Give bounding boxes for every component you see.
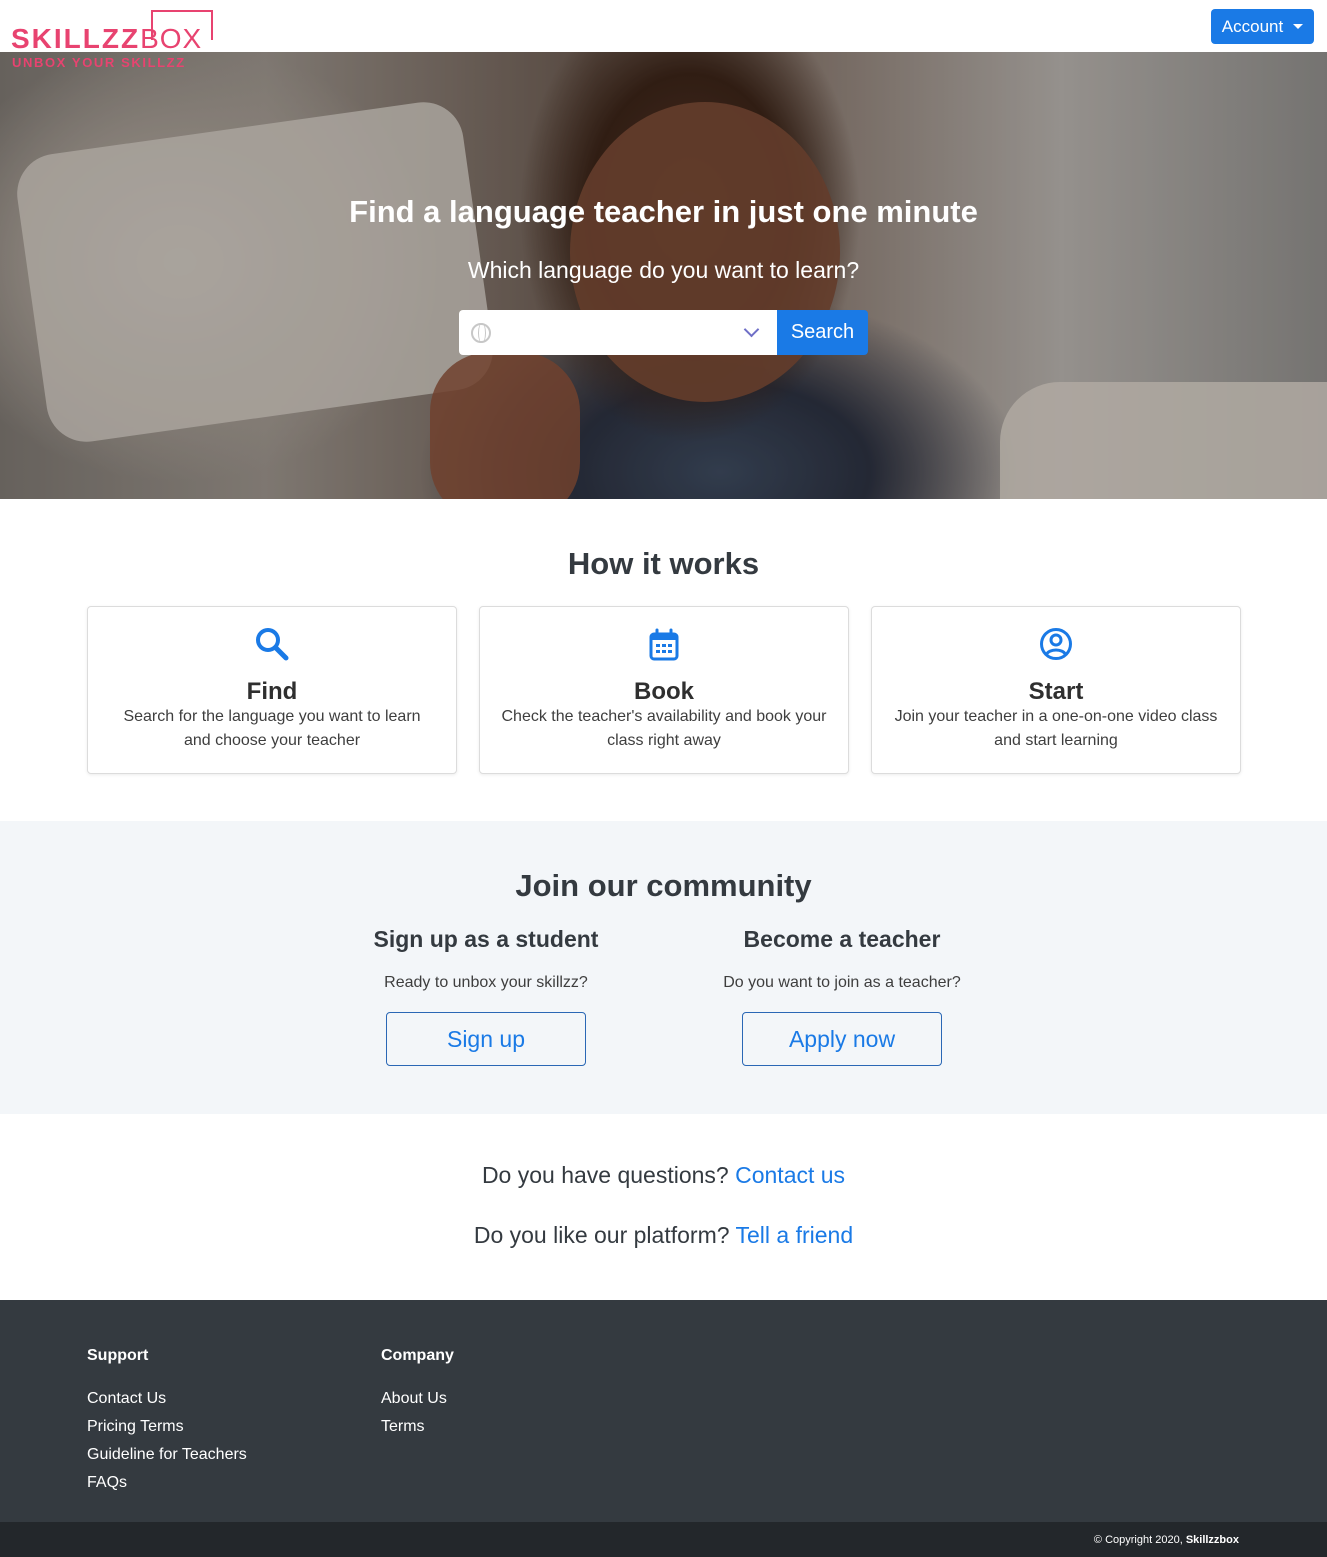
copyright-prefix: © Copyright 2020, (1093, 1534, 1183, 1546)
footer-link-terms[interactable]: Terms (381, 1418, 454, 1446)
logo-tagline: UNBOX YOUR SKILLZZ (12, 55, 186, 70)
card-title: Book (634, 678, 694, 705)
card-text: Search for the language you want to lear… (123, 708, 421, 749)
how-card-start: Start Join your teacher in a one-on-one … (871, 606, 1241, 774)
copyright-brand: Skillzzbox (1185, 1534, 1239, 1546)
questions-line: Do you have questions? Contact us (0, 1162, 1327, 1189)
card-text: Check the teacher's availability and boo… (501, 708, 827, 749)
student-column: Sign up as a student Ready to unbox your… (326, 926, 646, 992)
questions-text: Do you have questions? (481, 1162, 729, 1188)
footer-company-title: Company (381, 1347, 454, 1364)
contact-us-link[interactable]: Contact us (735, 1162, 845, 1188)
student-question: Ready to unbox your skillzz? (384, 974, 588, 991)
hero-banner: Find a language teacher in just one minu… (0, 52, 1327, 499)
logo-word-box: BOX (140, 23, 203, 54)
language-select[interactable] (459, 310, 777, 355)
user-circle-icon (1040, 628, 1072, 660)
platform-question-text: Do you like our platform? (473, 1222, 730, 1248)
card-text: Join your teacher in a one-on-one video … (894, 708, 1218, 749)
how-card-book: Book Check the teacher's availability an… (479, 606, 849, 774)
account-label: Account (1221, 16, 1284, 36)
sign-up-button[interactable]: Sign up (386, 1012, 586, 1066)
card-title: Start (1028, 678, 1084, 705)
footer-link-guideline-teachers[interactable]: Guideline for Teachers (87, 1446, 247, 1474)
footer-link-pricing-terms[interactable]: Pricing Terms (87, 1418, 247, 1446)
how-it-works-title: How it works (567, 546, 760, 581)
search-button[interactable]: Search (777, 310, 868, 355)
footer-company-column: Company About Us Terms (381, 1347, 454, 1446)
student-heading: Sign up as a student (373, 926, 599, 952)
globe-icon (471, 322, 491, 343)
community-section: Join our community Sign up as a student … (0, 821, 1327, 1114)
teacher-column: Become a teacher Do you want to join as … (682, 926, 1002, 992)
card-title: Find (246, 678, 298, 705)
copyright-bar: © Copyright 2020, Skillzzbox (0, 1522, 1327, 1557)
tell-a-friend-line: Do you like our platform? Tell a friend (0, 1222, 1327, 1249)
footer-link-faqs[interactable]: FAQs (87, 1474, 247, 1502)
teacher-question: Do you want to join as a teacher? (723, 974, 961, 991)
apply-now-button[interactable]: Apply now (742, 1012, 942, 1066)
footer-support-column: Support Contact Us Pricing Terms Guideli… (87, 1347, 247, 1502)
teacher-heading: Become a teacher (743, 926, 941, 952)
skillzzbox-logo[interactable]: SKILLZZBOX UNBOX YOUR SKILLZZ (11, 8, 216, 70)
footer: Support Contact Us Pricing Terms Guideli… (0, 1300, 1327, 1522)
logo-wordmark: SKILLZZBOX (11, 25, 202, 53)
tell-a-friend-link[interactable]: Tell a friend (736, 1222, 854, 1248)
footer-link-contact-us[interactable]: Contact Us (87, 1390, 247, 1418)
search-icon (256, 628, 289, 661)
account-dropdown-button[interactable]: Account (1211, 9, 1314, 44)
copyright-text: © Copyright 2020, Skillzzbox (1094, 1534, 1239, 1546)
calendar-icon (649, 628, 679, 661)
footer-link-about-us[interactable]: About Us (381, 1390, 454, 1418)
chevron-down-icon (743, 321, 760, 338)
logo-word-main: SKILLZZ (11, 23, 141, 54)
hero-title: Find a language teacher in just one minu… (349, 194, 978, 229)
how-card-find: Find Search for the language you want to… (87, 606, 457, 774)
community-title: Join our community (515, 868, 812, 903)
footer-support-title: Support (87, 1347, 149, 1364)
caret-down-icon (1293, 24, 1304, 29)
hero-subtitle: Which language do you want to learn? (467, 257, 860, 283)
